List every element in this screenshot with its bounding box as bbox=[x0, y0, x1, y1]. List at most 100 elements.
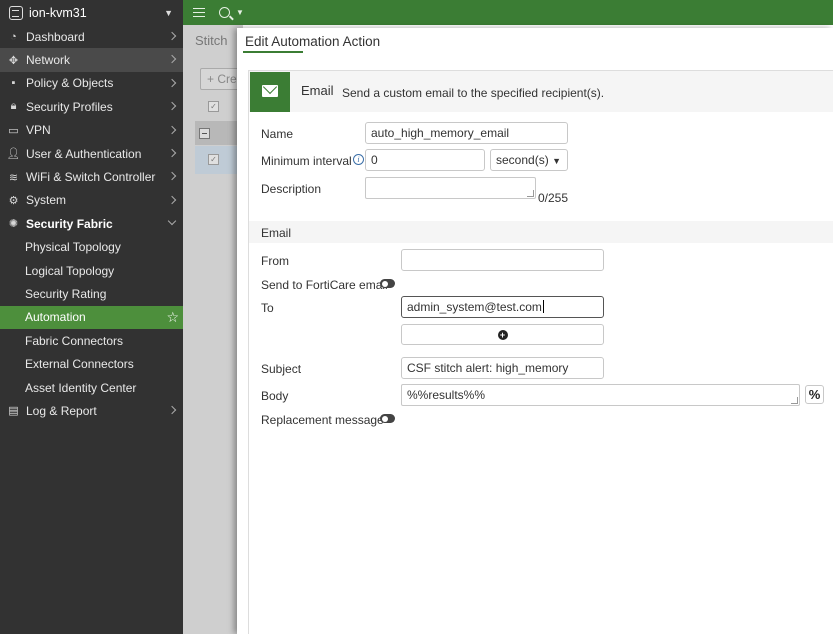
sidebar: ion-kvm31 ▼ ◔ Dashboard ✥ Network ▪ Poli… bbox=[0, 0, 183, 634]
interval-unit-select[interactable]: second(s) ▼ bbox=[490, 149, 568, 171]
action-card: Email Send a custom email to the specifi… bbox=[248, 70, 833, 634]
sidebar-item-label: Asset Identity Center bbox=[25, 380, 137, 395]
policy-icon: ▪ bbox=[11, 77, 16, 90]
sidebar-item-vpn[interactable]: ▭ VPN bbox=[0, 119, 183, 142]
dashboard-icon: ◔ bbox=[10, 30, 17, 43]
table-row[interactable] bbox=[195, 146, 243, 174]
search-icon[interactable] bbox=[219, 7, 230, 18]
to-input-value: admin_system@test.com bbox=[407, 300, 542, 314]
email-section-header bbox=[249, 221, 833, 243]
sidebar-item-security-fabric[interactable]: ✺ Security Fabric bbox=[0, 212, 183, 235]
sidebar-item-label: Fabric Connectors bbox=[25, 333, 124, 348]
top-bar: ▼ bbox=[183, 0, 833, 25]
sidebar-item-wifi-switch[interactable]: ≋ WiFi & Switch Controller bbox=[0, 165, 183, 188]
replacement-label: Replacement message bbox=[261, 413, 384, 427]
device-icon bbox=[9, 5, 23, 20]
sidebar-item-label: System bbox=[26, 193, 67, 208]
sidebar-item-label: Logical Topology bbox=[25, 263, 115, 278]
replacement-toggle[interactable] bbox=[380, 414, 395, 423]
device-name: ion-kvm31 bbox=[29, 5, 87, 20]
sidebar-item-logical-topology[interactable]: Logical Topology bbox=[0, 259, 183, 282]
interval-input[interactable]: 0 bbox=[365, 149, 485, 171]
sidebar-item-label: Dashboard bbox=[26, 29, 85, 44]
info-icon[interactable]: i bbox=[353, 154, 364, 165]
dropdown-arrow-icon: ▼ bbox=[552, 156, 561, 166]
sidebar-item-external-connectors[interactable]: External Connectors bbox=[0, 352, 183, 375]
chevron-down-icon: ▼ bbox=[164, 7, 173, 18]
action-name: Email bbox=[301, 83, 334, 98]
chevron-down-icon[interactable]: ▼ bbox=[236, 8, 244, 17]
background-page: Stitch + Cre ✓ ✓ bbox=[183, 25, 245, 634]
sidebar-item-label: Security Profiles bbox=[26, 99, 113, 114]
sidebar-item-label: User & Authentication bbox=[26, 146, 142, 161]
chevron-right-icon bbox=[167, 148, 177, 158]
create-button-label: Cre bbox=[217, 72, 237, 86]
chevron-right-icon bbox=[167, 101, 177, 111]
edit-automation-panel: Edit Automation Action Email Send a cust… bbox=[237, 28, 833, 634]
sidebar-item-asset-identity-center[interactable]: Asset Identity Center bbox=[0, 376, 183, 399]
fabric-icon: ✺ bbox=[8, 218, 19, 231]
wifi-icon: ≋ bbox=[8, 171, 19, 184]
sidebar-item-label: Log & Report bbox=[26, 403, 97, 418]
sidebar-item-label: Automation bbox=[25, 310, 86, 325]
title-underline bbox=[243, 51, 303, 53]
chevron-right-icon bbox=[167, 55, 177, 64]
collapse-icon[interactable] bbox=[199, 128, 210, 139]
star-icon[interactable]: ☆ bbox=[166, 309, 179, 326]
plus-circle-icon: + bbox=[497, 329, 508, 340]
row-checkbox[interactable]: ✓ bbox=[208, 154, 219, 165]
sidebar-item-network[interactable]: ✥ Network bbox=[0, 48, 183, 72]
chart-icon: ▤ bbox=[8, 405, 19, 418]
tab-stitch[interactable]: Stitch bbox=[195, 33, 228, 48]
body-label: Body bbox=[261, 389, 289, 403]
sidebar-item-dashboard[interactable]: ◔ Dashboard bbox=[0, 25, 183, 48]
chevron-right-icon bbox=[167, 31, 177, 41]
email-section-title: Email bbox=[261, 226, 292, 240]
text-cursor bbox=[542, 300, 544, 313]
sidebar-item-label: Network bbox=[26, 53, 71, 68]
sidebar-item-policy-objects[interactable]: ▪ Policy & Objects bbox=[0, 72, 183, 95]
description-label: Description bbox=[261, 182, 322, 196]
body-textarea[interactable]: %%results%% bbox=[401, 384, 800, 406]
forticare-label: Send to FortiCare email bbox=[261, 278, 388, 292]
sidebar-item-label: WiFi & Switch Controller bbox=[26, 170, 156, 185]
from-label: From bbox=[261, 254, 289, 268]
sidebar-item-fabric-connectors[interactable]: Fabric Connectors bbox=[0, 329, 183, 352]
gear-icon: ⚙ bbox=[8, 194, 19, 207]
sidebar-item-user-authentication[interactable]: 👤︎ User & Authentication bbox=[0, 142, 183, 165]
chevron-right-icon bbox=[167, 406, 177, 415]
from-input[interactable] bbox=[401, 249, 604, 271]
sidebar-item-physical-topology[interactable]: Physical Topology bbox=[0, 236, 183, 259]
select-all-checkbox[interactable]: ✓ bbox=[208, 101, 219, 112]
subject-label: Subject bbox=[261, 362, 302, 376]
sidebar-item-security-rating[interactable]: Security Rating bbox=[0, 282, 183, 305]
sidebar-item-automation[interactable]: Automation ☆ bbox=[0, 305, 183, 330]
sidebar-item-label: Policy & Objects bbox=[26, 76, 114, 91]
forticare-toggle[interactable] bbox=[380, 279, 395, 288]
to-label: To bbox=[261, 301, 274, 315]
email-icon bbox=[250, 72, 290, 112]
to-input[interactable]: admin_system@test.com bbox=[401, 296, 604, 318]
user-icon: 👤︎ bbox=[6, 148, 21, 161]
chevron-right-icon bbox=[167, 78, 177, 88]
interval-label: Minimum interval bbox=[261, 154, 352, 168]
sidebar-item-label: External Connectors bbox=[25, 357, 134, 372]
sidebar-item-security-profiles[interactable]: 🔒︎ Security Profiles bbox=[0, 95, 183, 118]
name-input[interactable]: auto_high_memory_email bbox=[365, 122, 568, 144]
laptop-icon: ▭ bbox=[8, 124, 19, 137]
subject-input[interactable]: CSF stitch alert: high_memory bbox=[401, 357, 604, 379]
action-description: Send a custom email to the specified rec… bbox=[342, 86, 605, 100]
sidebar-item-label: Security Fabric bbox=[26, 216, 113, 231]
add-recipient-button[interactable]: + bbox=[401, 324, 604, 345]
network-icon: ✥ bbox=[8, 54, 19, 67]
hamburger-menu-icon[interactable] bbox=[193, 5, 205, 20]
chevron-down-icon bbox=[167, 216, 177, 226]
interval-unit-value: second(s) bbox=[496, 153, 549, 167]
sidebar-item-label: VPN bbox=[26, 123, 51, 138]
sidebar-item-system[interactable]: ⚙ System bbox=[0, 189, 183, 212]
insert-variable-button[interactable]: % bbox=[805, 385, 824, 404]
description-textarea[interactable] bbox=[365, 177, 536, 199]
sidebar-item-log-report[interactable]: ▤ Log & Report bbox=[0, 399, 183, 422]
chevron-right-icon bbox=[167, 125, 177, 134]
device-selector[interactable]: ion-kvm31 ▼ bbox=[0, 0, 183, 25]
